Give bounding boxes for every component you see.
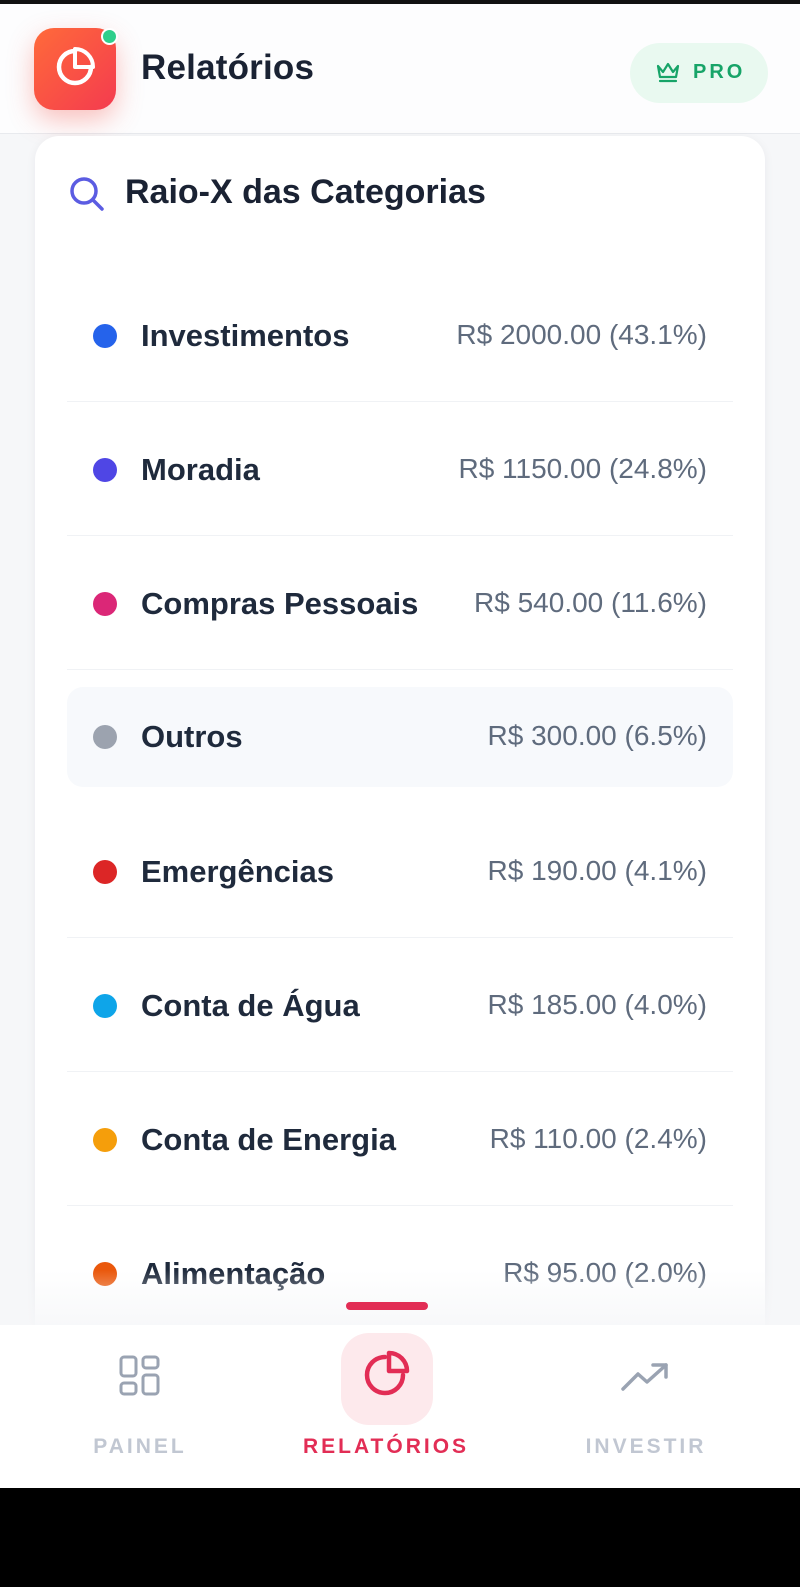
category-name: Outros xyxy=(141,719,243,754)
category-name: Conta de Água xyxy=(141,988,360,1023)
crown-icon xyxy=(656,62,680,83)
category-row[interactable]: Conta de Energia R$ 110.00 (2.4%) xyxy=(67,1072,733,1206)
category-row[interactable]: Emergências R$ 190.00 (4.1%) xyxy=(67,804,733,938)
category-color-dot xyxy=(93,592,117,616)
category-value: R$ 1150.00 (24.8%) xyxy=(458,453,707,484)
category-value: R$ 190.00 (4.1%) xyxy=(487,855,707,886)
category-name: Compras Pessoais xyxy=(141,586,419,621)
category-value: R$ 110.00 (2.4%) xyxy=(489,1123,707,1154)
category-value: R$ 185.00 (4.0%) xyxy=(487,989,707,1020)
category-row[interactable]: Compras Pessoais R$ 540.00 (11.6%) xyxy=(67,536,733,670)
category-name: Emergências xyxy=(141,854,334,889)
card-header: Raio-X das Categorias xyxy=(35,136,765,246)
bottom-navigation: PAINEL RELATÓRIOS INVESTIR xyxy=(0,1325,800,1488)
scroll-fade xyxy=(0,1270,800,1330)
search-icon xyxy=(70,177,104,211)
category-value: R$ 300.00 (6.5%) xyxy=(487,720,707,751)
category-color-dot xyxy=(93,994,117,1018)
app-header: Relatórios PRO xyxy=(0,4,800,134)
category-name: Conta de Energia xyxy=(141,1122,396,1157)
category-color-dot xyxy=(93,725,117,749)
category-color-dot xyxy=(93,1128,117,1152)
active-tab-indicator xyxy=(346,1302,428,1310)
category-color-dot xyxy=(93,324,117,348)
nav-item-painel[interactable]: PAINEL xyxy=(10,1325,270,1488)
nav-item-investir[interactable]: INVESTIR xyxy=(516,1325,776,1488)
app-screen: Relatórios PRO Raio-X das Categorias Inv… xyxy=(0,0,800,1488)
trending-up-icon xyxy=(621,1363,668,1391)
category-name: Investimentos xyxy=(141,318,350,353)
nav-item-relatorios[interactable]: RELATÓRIOS xyxy=(256,1325,516,1488)
category-value: R$ 2000.00 (43.1%) xyxy=(456,319,707,350)
category-row-selected[interactable]: Outros R$ 300.00 (6.5%) xyxy=(67,687,733,787)
category-color-dot xyxy=(93,860,117,884)
pro-badge-label: PRO xyxy=(693,61,746,83)
categories-card: Raio-X das Categorias Investimentos R$ 2… xyxy=(35,136,765,1356)
category-value: R$ 540.00 (11.6%) xyxy=(474,587,707,618)
pro-badge[interactable]: PRO xyxy=(630,43,768,103)
category-row[interactable]: Moradia R$ 1150.00 (24.8%) xyxy=(67,402,733,536)
pie-chart-icon xyxy=(364,1350,410,1396)
pie-chart-icon xyxy=(56,47,95,86)
category-row[interactable]: Investimentos R$ 2000.00 (43.1%) xyxy=(67,268,733,402)
nav-label: PAINEL xyxy=(93,1435,187,1458)
category-list: Investimentos R$ 2000.00 (43.1%) Moradia… xyxy=(67,268,733,1340)
category-name: Moradia xyxy=(141,452,260,487)
category-color-dot xyxy=(93,458,117,482)
card-title: Raio-X das Categorias xyxy=(125,173,486,211)
online-status-dot xyxy=(101,28,118,45)
page-title: Relatórios xyxy=(141,48,315,87)
nav-label: INVESTIR xyxy=(585,1435,707,1458)
category-row[interactable]: Conta de Água R$ 185.00 (4.0%) xyxy=(67,938,733,1072)
nav-label: RELATÓRIOS xyxy=(302,1435,470,1458)
grid-icon xyxy=(119,1355,160,1396)
